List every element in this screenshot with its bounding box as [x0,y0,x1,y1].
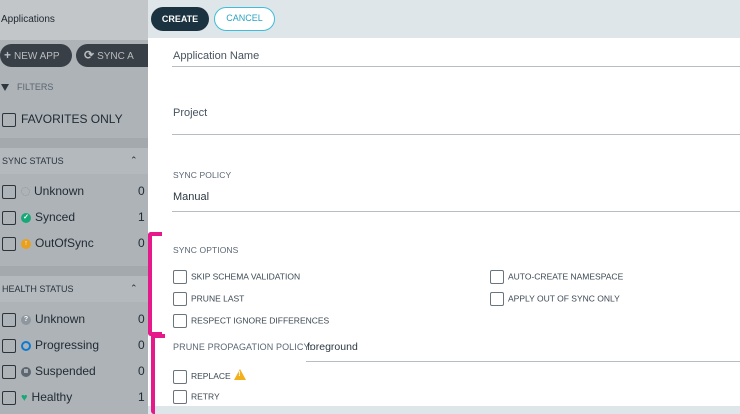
sync-options-heading: SYNC OPTIONS [173,245,239,255]
collapse-chevron-icon: ⌃ [130,283,138,293]
apply-out-of-sync-only-option[interactable]: APPLY OUT OF SYNC ONLY [490,292,620,306]
sync-status-section[interactable]: SYNC STATUS ⌃ [0,148,148,174]
filter-label: OutOfSync [35,236,94,250]
check-circle-icon: ✓ [21,212,31,223]
unknown-circle-icon [21,187,30,197]
filter-sync-outofsync[interactable]: ↑ OutOfSync 0 [0,236,148,251]
collapse-chevron-icon: ⌃ [130,155,138,165]
new-app-button[interactable]: + NEW APP [0,44,72,67]
option-label: REPLACE [191,371,231,381]
health-status-heading: HEALTH STATUS [2,284,74,294]
filter-label: Unknown [34,184,85,198]
filter-health-unknown[interactable]: ? Unknown 0 [0,312,148,327]
filter-sync-synced[interactable]: ✓ Synced 1 [0,210,148,225]
annotation-bracket [148,232,162,336]
option-label: PRUNE LAST [191,293,245,304]
checkbox[interactable] [490,270,504,284]
filters-label: FILTERS [17,82,54,92]
divider [0,138,148,148]
checkbox[interactable] [490,292,504,306]
checkbox[interactable] [2,312,16,327]
checkbox[interactable] [173,292,187,306]
arrow-up-circle-icon: ↑ [21,238,31,249]
heart-icon: ♥ [21,392,28,404]
checkbox[interactable] [2,210,16,225]
sidebar-title: Applications [0,0,148,40]
form-toolbar: CREATE CANCEL [148,0,740,38]
auto-create-namespace-option[interactable]: AUTO-CREATE NAMESPACE [490,270,623,284]
checkbox[interactable] [173,270,187,284]
option-label: SKIP SCHEMA VALIDATION [191,271,301,282]
filter-count: 0 [138,236,145,250]
filter-count: 1 [138,210,145,224]
field-underline [306,361,740,362]
sidebar: Applications + NEW APP ⟳ SYNC A FILTERS FA… [0,0,148,414]
pause-circle-icon: ıı [21,366,31,377]
checkbox[interactable] [2,338,16,353]
checkbox[interactable] [173,314,187,328]
filter-count: 0 [138,184,145,198]
option-label: APPLY OUT OF SYNC ONLY [508,293,620,304]
health-status-section[interactable]: HEALTH STATUS ⌃ [0,276,148,302]
filter-sync-unknown[interactable]: Unknown 0 [0,184,148,199]
sync-apps-button[interactable]: ⟳ SYNC A [76,44,148,67]
filter-label: Unknown [35,312,86,326]
filters-header: FILTERS [0,76,148,102]
project-field[interactable]: Project [173,107,207,119]
prune-last-option[interactable]: PRUNE LAST [173,292,244,306]
favorites-only-filter[interactable]: FAVORITES ONLY [0,112,148,127]
sync-policy-select[interactable]: Manual [173,191,209,203]
filter-icon [1,84,9,92]
prune-propagation-policy-select[interactable]: foreground [307,341,358,353]
divider [0,266,148,276]
filter-health-progressing[interactable]: Progressing 0 [0,338,148,353]
progress-circle-icon [21,340,31,351]
checkbox[interactable] [173,390,187,404]
filter-count: 1 [138,390,145,404]
question-circle-icon: ? [21,314,31,325]
field-underline [172,134,740,135]
replace-option[interactable]: REPLACE! [173,369,246,384]
checkbox[interactable] [2,390,16,405]
field-underline [172,66,740,67]
field-underline [172,211,740,212]
filter-label: Healthy [31,390,73,404]
create-button[interactable]: CREATE [151,7,209,31]
application-name-field[interactable]: Application Name [173,50,259,62]
option-label: RETRY [191,391,220,402]
checkbox[interactable] [2,236,16,251]
checkbox[interactable] [2,184,16,199]
checkbox[interactable] [173,369,187,384]
plus-icon: + [4,48,12,62]
option-label: RESPECT IGNORE DIFFERENCES [191,315,330,326]
sync-policy-label: SYNC POLICY [173,170,232,180]
bottom-strip [148,406,740,414]
filter-label: Progressing [35,338,100,352]
new-app-label: NEW APP [14,51,60,62]
option-label: AUTO-CREATE NAMESPACE [508,271,624,282]
prune-propagation-policy-label: PRUNE PROPAGATION POLICY: [173,342,312,352]
filter-label: Synced [35,210,76,224]
cancel-button[interactable]: CANCEL [214,7,275,31]
skip-schema-validation-option[interactable]: SKIP SCHEMA VALIDATION [173,270,300,284]
sync-icon: ⟳ [84,48,95,62]
filter-count: 0 [138,364,145,378]
sync-apps-label: SYNC A [97,51,134,62]
sync-status-heading: SYNC STATUS [2,156,64,166]
checkbox[interactable] [2,364,16,379]
retry-option[interactable]: RETRY [173,390,220,404]
filter-count: 0 [138,312,145,326]
favorites-label: FAVORITES ONLY [21,112,123,126]
filter-count: 0 [138,338,145,352]
warning-icon: ! [233,369,246,380]
favorites-checkbox[interactable] [2,112,16,127]
filter-label: Suspended [35,364,96,378]
filter-health-healthy[interactable]: ♥ Healthy 1 [0,390,148,405]
respect-ignore-differences-option[interactable]: RESPECT IGNORE DIFFERENCES [173,314,329,328]
filter-health-suspended[interactable]: ıı Suspended 0 [0,364,148,379]
annotation-bracket [151,334,165,414]
